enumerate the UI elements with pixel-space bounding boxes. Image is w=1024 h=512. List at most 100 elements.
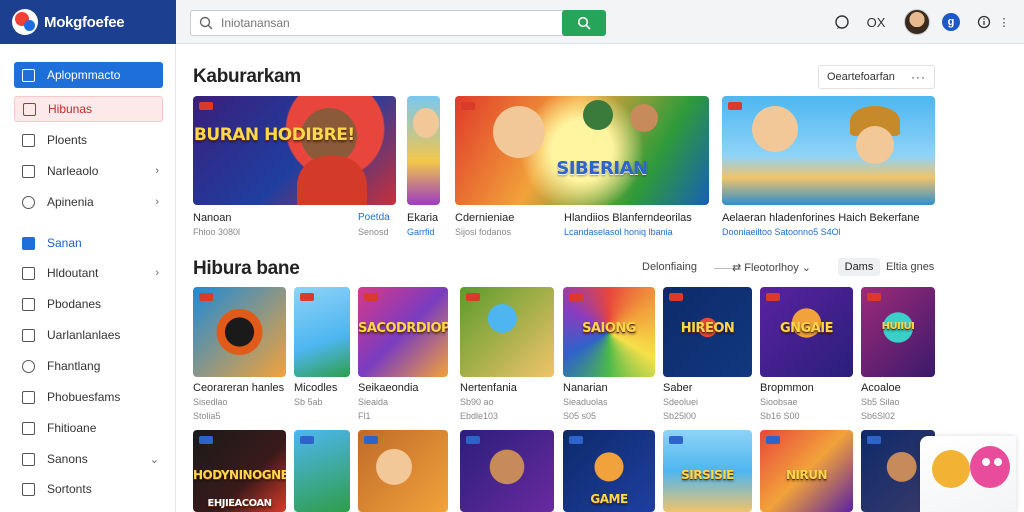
character-art xyxy=(752,106,798,152)
sidebar-item-2[interactable]: Ploents xyxy=(14,127,163,153)
gear-icon xyxy=(22,452,35,466)
section-title-games: Hibura bane xyxy=(193,258,300,279)
search-box[interactable] xyxy=(190,10,574,36)
card-title[interactable]: Nertenfania xyxy=(460,382,517,394)
featured-dropdown[interactable]: Oeartefoarfan ··· xyxy=(818,65,935,89)
sidebar-item-3[interactable]: Narleaolo › xyxy=(14,158,163,184)
logo-text: Mokgfoefee xyxy=(44,13,125,31)
card-title[interactable]: Ekaria xyxy=(407,212,438,224)
game-thumbnail[interactable]: HIREON xyxy=(663,287,752,377)
thumbnail-title: SACODRDIOP! xyxy=(358,321,448,336)
game-thumbnail[interactable] xyxy=(407,96,440,205)
search-icon xyxy=(577,16,591,30)
card-title[interactable]: Nanarian xyxy=(563,382,608,394)
tag-badge xyxy=(766,293,780,301)
sidebar-item-8[interactable]: Uarlanlanlaes xyxy=(14,322,163,348)
thumbnail-title: HODYNINOGNE! xyxy=(193,468,286,482)
bell-icon xyxy=(22,421,35,435)
card-subtitle: Dooniaeiltoo Satoonno5 S4Ol xyxy=(722,227,841,237)
sidebar-item-13[interactable]: Sortonts xyxy=(14,476,163,502)
pin-icon xyxy=(22,195,35,209)
game-thumbnail[interactable] xyxy=(722,96,935,205)
game-thumbnail[interactable]: SAIONG xyxy=(563,287,655,377)
character-art xyxy=(856,126,894,164)
shield-icon xyxy=(22,328,35,342)
game-thumbnail[interactable]: GNGAIE xyxy=(760,287,853,377)
game-thumbnail[interactable]: GAME xyxy=(563,430,655,512)
more-dots-icon: ··· xyxy=(911,70,926,84)
game-thumbnail[interactable]: SACODRDIOP! xyxy=(358,287,448,377)
tag-badge xyxy=(466,293,480,301)
game-thumbnail[interactable]: HODYNINOGNE! EHJIEACOAN xyxy=(193,430,286,512)
info-icon[interactable] xyxy=(974,12,994,32)
sidebar-item-12[interactable]: Sanons ⌄ xyxy=(14,446,163,472)
game-thumbnail[interactable]: HUIIUI xyxy=(861,287,935,377)
tag-badge xyxy=(569,436,583,444)
filter-control[interactable]: Delonfiaing xyxy=(642,261,697,273)
game-thumbnail[interactable] xyxy=(460,287,554,377)
card-blue-link[interactable]: Poetda xyxy=(358,212,390,223)
game-thumbnail[interactable] xyxy=(294,287,350,377)
thumbnail-title: GNGAIE xyxy=(780,321,834,336)
card-title[interactable]: Bropmmon xyxy=(760,382,814,394)
sort-dropdown[interactable]: ⇄ Fleotorlhoy ⌄ xyxy=(732,261,811,274)
sidebar-item-11[interactable]: Fhitioane xyxy=(14,415,163,441)
sidebar-item-9[interactable]: Fhantlang xyxy=(14,353,163,379)
mascot-pink xyxy=(970,446,1010,488)
tag-badge xyxy=(364,293,378,301)
app-logo[interactable]: Mokgfoefee xyxy=(0,0,176,44)
game-thumbnail[interactable] xyxy=(460,430,554,512)
thumbnail-title: HIREON xyxy=(680,321,735,336)
card-title[interactable]: Acoaloe xyxy=(861,382,901,394)
sidebar-item-4[interactable]: Apinenia › xyxy=(14,189,163,215)
list-icon xyxy=(22,266,35,280)
card-subtitle: Sijosi fodanos xyxy=(455,227,512,237)
thumbnail-title: SAIONG xyxy=(582,321,636,336)
card-subtitle: S05 s05 xyxy=(563,411,597,421)
sidebar-item-10[interactable]: Phobuesfams xyxy=(14,384,163,410)
view-pill[interactable]: Dams xyxy=(838,258,880,276)
thumbnail-title: SIRSISIE xyxy=(681,468,734,482)
game-thumbnail[interactable]: NIRUN xyxy=(760,430,853,512)
tag-badge xyxy=(300,293,314,301)
ox-icon[interactable]: OX xyxy=(866,12,886,32)
search-input[interactable] xyxy=(221,16,521,30)
game-thumbnail[interactable]: SIBERIAN xyxy=(455,96,709,205)
g-badge-icon[interactable]: g xyxy=(942,13,960,31)
sidebar-item-7[interactable]: Pbodanes xyxy=(14,291,163,317)
game-thumbnail[interactable] xyxy=(193,287,286,377)
game-thumbnail[interactable]: SIRSISIE xyxy=(663,430,752,512)
more-icon[interactable]: ⋮ xyxy=(994,12,1014,32)
game-thumbnail[interactable] xyxy=(358,430,448,512)
card-title[interactable]: Cdernieniae xyxy=(455,212,514,224)
card-title[interactable]: Micodles xyxy=(294,382,337,394)
card-subtitle: Sb16 S00 xyxy=(760,411,800,421)
card-subtitle: Stolia5 xyxy=(193,411,221,421)
thumbnail-title: GAME xyxy=(590,492,628,506)
card-subtitle: Sdeoluei xyxy=(663,397,699,407)
avatar[interactable] xyxy=(904,9,930,35)
sidebar-item-6[interactable]: Hldoutant › xyxy=(14,260,163,286)
search-button[interactable] xyxy=(562,10,606,36)
view-toggle[interactable]: Eltia gnes xyxy=(886,261,934,273)
card-title[interactable]: Seikaeondia xyxy=(358,382,419,394)
tag-badge xyxy=(199,436,213,444)
card-title[interactable]: Hlandiios Blanferndeorilas xyxy=(564,212,692,224)
card-subtitle: Sisedlao xyxy=(193,397,228,407)
game-thumbnail[interactable]: HIBURAN HODIBRE! xyxy=(193,96,396,205)
chat-icon[interactable] xyxy=(832,12,852,32)
character-art xyxy=(630,104,658,132)
sidebar-item-0[interactable]: Aplopmmacto xyxy=(14,62,163,88)
card-title[interactable]: Nanoan xyxy=(193,212,232,224)
game-thumbnail[interactable] xyxy=(294,430,350,512)
square-icon xyxy=(22,133,35,147)
k-icon xyxy=(22,164,35,178)
monitor-icon xyxy=(22,390,35,404)
card-title[interactable]: Saber xyxy=(663,382,692,394)
sidebar-item-1[interactable]: Hibunas xyxy=(14,96,163,122)
card-subtitle: Fl1 xyxy=(358,411,371,421)
sidebar-item-5[interactable]: Sanan xyxy=(14,230,163,256)
app-icon xyxy=(22,68,35,82)
card-title[interactable]: Ceorareran hanles xyxy=(193,382,284,394)
card-title[interactable]: Aelaeran hladenforines Haich Bekerfane xyxy=(722,212,920,224)
